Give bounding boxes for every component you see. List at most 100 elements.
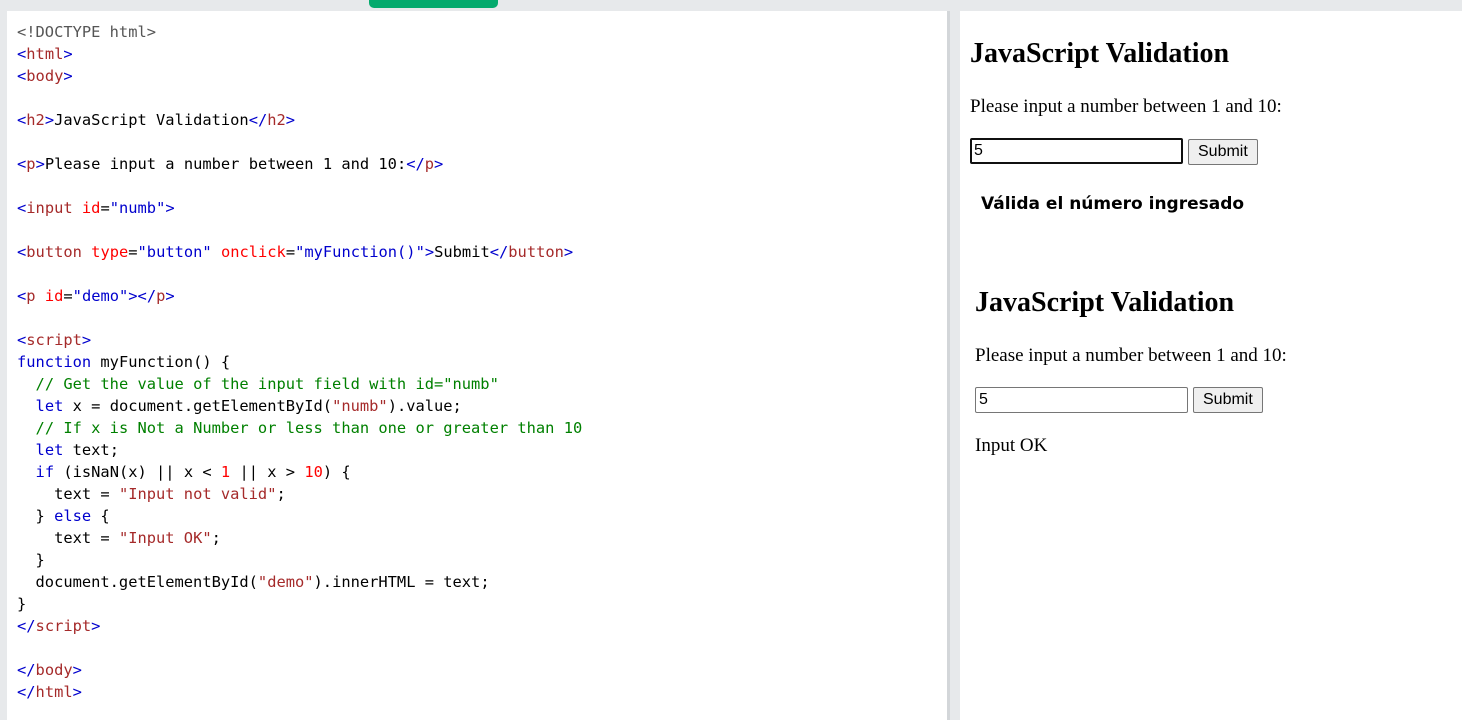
code-token: text = bbox=[17, 485, 119, 503]
code-token: ; bbox=[211, 529, 221, 547]
code-token: > bbox=[91, 617, 101, 635]
code-line: </body> bbox=[17, 659, 582, 681]
code-token: < bbox=[17, 199, 27, 217]
code-token: = bbox=[63, 287, 73, 305]
code-line: <script> bbox=[17, 329, 582, 351]
code-token: html bbox=[26, 45, 64, 63]
code-line: } bbox=[17, 549, 582, 571]
code-token: > bbox=[72, 661, 82, 679]
second-submit-button[interactable]: Submit bbox=[1193, 387, 1263, 413]
code-token: // Get the value of the input field with… bbox=[35, 375, 499, 393]
code-token: myFunction() { bbox=[91, 353, 231, 371]
code-token: = bbox=[285, 243, 296, 261]
code-line: text = "Input not valid"; bbox=[17, 483, 582, 505]
code-token: > bbox=[63, 45, 73, 63]
code-token: > bbox=[35, 155, 45, 173]
second-prompt: Please input a number between 1 and 10: bbox=[975, 345, 1287, 366]
first-heading: JavaScript Validation bbox=[970, 38, 1230, 69]
code-token: 10 bbox=[304, 463, 323, 481]
code-token: ></ bbox=[128, 287, 157, 305]
code-token: < bbox=[17, 243, 27, 261]
code-token: p bbox=[26, 287, 36, 305]
code-token: p bbox=[26, 155, 36, 173]
code-token: </ bbox=[17, 683, 36, 701]
second-number-input[interactable]: 5 bbox=[975, 387, 1188, 413]
code-token: > bbox=[165, 287, 175, 305]
code-line: <h2>JavaScript Validation</h2> bbox=[17, 109, 582, 131]
code-token: < bbox=[17, 67, 27, 85]
code-line: </script> bbox=[17, 615, 582, 637]
code-token: script bbox=[26, 331, 82, 349]
code-token: text; bbox=[63, 441, 119, 459]
code-line: if (isNaN(x) || x < 1 || x > 10) { bbox=[17, 461, 582, 483]
code-token: > bbox=[563, 243, 574, 261]
code-token: } bbox=[17, 507, 55, 525]
code-token: button bbox=[508, 243, 564, 261]
code-line: function myFunction() { bbox=[17, 351, 582, 373]
first-number-input[interactable]: 5 bbox=[970, 138, 1183, 164]
code-token: "myFunction()" bbox=[295, 243, 425, 261]
code-token: JavaScript Validation bbox=[54, 111, 249, 129]
code-token: function bbox=[17, 353, 92, 371]
code-token: if bbox=[35, 463, 55, 481]
code-token: "numb" bbox=[332, 397, 388, 415]
code-token: 1 bbox=[220, 463, 231, 481]
code-token: p bbox=[424, 155, 435, 173]
code-token: Please input a number between 1 and 10: bbox=[44, 155, 407, 173]
splitter-edge bbox=[947, 11, 950, 720]
pane-splitter[interactable] bbox=[947, 11, 960, 720]
code-token: ).innerHTML = text; bbox=[313, 573, 490, 591]
code-token: < bbox=[17, 111, 27, 129]
code-line: <!DOCTYPE html> bbox=[17, 21, 582, 43]
code-block[interactable]: <!DOCTYPE html> <html> <body> <h2>JavaScrip… bbox=[17, 21, 582, 703]
result-preview: JavaScript Validation Please input a num… bbox=[960, 11, 1462, 720]
code-token: "demo" bbox=[257, 573, 314, 591]
code-line: </html> bbox=[17, 681, 582, 703]
code-line: // If x is Not a Number or less than one… bbox=[17, 417, 583, 439]
code-line: text = "Input OK"; bbox=[17, 527, 582, 549]
code-token: > bbox=[44, 111, 55, 129]
code-line: <p>Please input a number between 1 and 1… bbox=[17, 153, 582, 175]
code-line: <button type="button" onclick="myFunctio… bbox=[17, 241, 582, 263]
code-token: document.getElementById( bbox=[17, 573, 258, 591]
code-token: "demo" bbox=[72, 287, 129, 305]
code-token: </ bbox=[406, 155, 425, 173]
code-token: (isNaN(x) || x < bbox=[54, 463, 221, 481]
code-editor[interactable]: <!DOCTYPE html> <html> <body> <h2>JavaScrip… bbox=[7, 11, 947, 720]
code-token: let bbox=[35, 397, 64, 415]
code-token: < bbox=[17, 155, 27, 173]
code-token: ).value; bbox=[387, 397, 462, 415]
code-token: input bbox=[26, 199, 73, 217]
code-token: body bbox=[35, 661, 73, 679]
code-line: let text; bbox=[17, 439, 582, 461]
code-token: } bbox=[17, 551, 45, 569]
code-token: text = bbox=[17, 529, 119, 547]
code-token: || x > bbox=[230, 463, 305, 481]
code-token: > bbox=[434, 155, 444, 173]
code-token: "numb" bbox=[109, 199, 166, 217]
code-token: h2 bbox=[26, 111, 45, 129]
code-token: { bbox=[91, 507, 110, 525]
code-token: "button" bbox=[137, 243, 212, 261]
active-tab-indicator[interactable] bbox=[369, 0, 498, 8]
code-token: script bbox=[35, 617, 92, 635]
first-prompt: Please input a number between 1 and 10: bbox=[970, 96, 1282, 117]
code-token: > bbox=[285, 111, 296, 129]
code-token: h2 bbox=[267, 111, 286, 129]
result-text: Input OK bbox=[975, 435, 1048, 456]
code-token: ) { bbox=[322, 463, 351, 481]
first-submit-button[interactable]: Submit bbox=[1188, 139, 1258, 165]
code-token: > bbox=[72, 683, 82, 701]
